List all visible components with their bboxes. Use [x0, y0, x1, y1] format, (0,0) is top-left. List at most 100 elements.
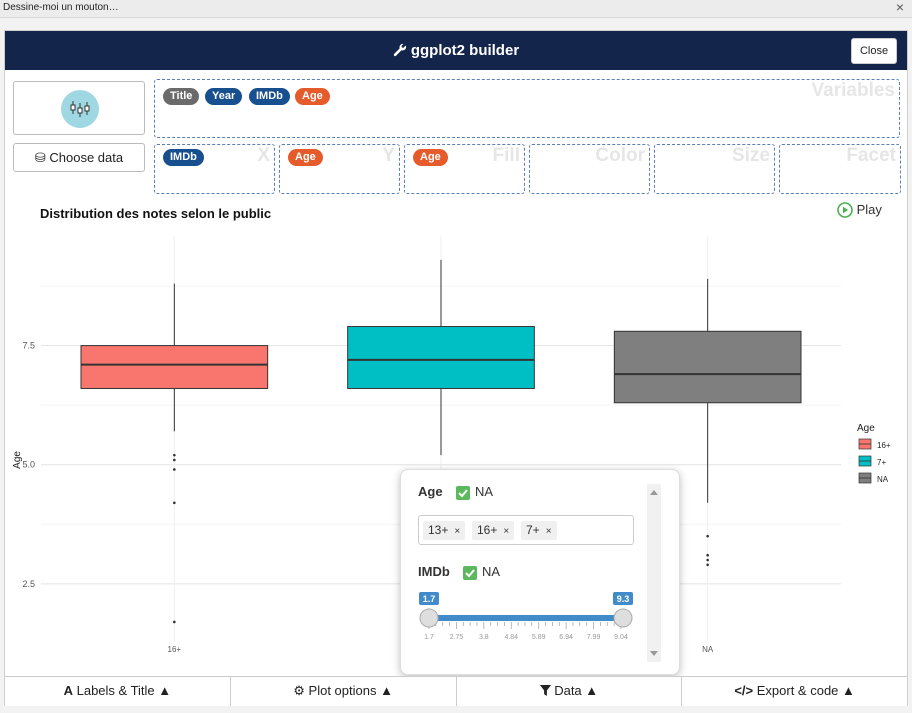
x-tick-label: 16+: [168, 645, 182, 654]
scroll-down-icon[interactable]: [650, 651, 658, 656]
data-label: Data: [554, 683, 582, 698]
imdb-na-checkbox[interactable]: [463, 566, 477, 580]
export-code-label: Export & code: [756, 683, 839, 698]
slider-handle-max[interactable]: [613, 608, 633, 628]
play-icon: [837, 201, 853, 218]
mapping-x-label: X: [257, 145, 270, 166]
slider-handle-min[interactable]: [419, 608, 439, 628]
slider-tick-label: 2.75: [450, 634, 464, 641]
window-close-button[interactable]: ×: [896, 0, 904, 15]
filter-scrollbar[interactable]: [647, 484, 661, 662]
mapping-x-badge[interactable]: IMDb: [163, 149, 204, 166]
scroll-up-icon[interactable]: [650, 490, 658, 495]
caret-up-icon: ▲: [158, 683, 172, 698]
variable-badge-age[interactable]: Age: [295, 88, 330, 105]
outlier-point: [173, 468, 176, 471]
data-button[interactable]: Data ▲: [457, 677, 683, 706]
window-title: Dessine-moi un mouton…: [3, 2, 119, 13]
legend-label: NA: [877, 475, 889, 484]
slider-tick-label: 5.89: [532, 634, 546, 641]
slider-selected-range: [429, 615, 623, 621]
outlier-point: [173, 453, 176, 457]
y-tick-label: 7.5: [22, 341, 35, 351]
mapping-fill-badge[interactable]: Age: [413, 149, 448, 166]
remove-option-icon[interactable]: ×: [546, 526, 552, 537]
age-filter-label: Age: [418, 484, 443, 499]
play-button[interactable]: Play: [837, 201, 882, 218]
mapping-y-label: Y: [382, 145, 395, 166]
imdb-na-label: NA: [482, 564, 501, 579]
dialog-title-text: ggplot2 builder: [410, 42, 520, 59]
plot-options-button[interactable]: ⚙ Plot options ▲: [231, 677, 457, 706]
dialog-title: ggplot2 builder: [5, 42, 907, 59]
wrench-icon: [393, 43, 406, 57]
box-16+: [80, 345, 269, 389]
remove-option-icon[interactable]: ×: [503, 526, 509, 537]
age-na-label: NA: [475, 484, 494, 499]
age-option-label: 16+: [477, 523, 498, 537]
play-label: Play: [856, 202, 882, 218]
age-na-checkbox[interactable]: [456, 486, 470, 500]
slider-tick-label: 4.84: [504, 634, 518, 641]
plot-title: Distribution des notes selon le public: [40, 206, 272, 221]
data-filter-panel: Age NA 13+ × 16+ × 7+ × IMDb NA 1.7 2.75 3.8 4…: [400, 469, 680, 675]
age-option-label: 7+: [526, 523, 540, 537]
mapping-zone-y[interactable]: Y Age: [279, 144, 400, 194]
mapping-y-badge[interactable]: Age: [288, 149, 323, 166]
check-icon: [465, 569, 475, 578]
dialog-header: ggplot2 builder Close: [5, 31, 907, 70]
variables-zone[interactable]: Variables Title Year IMDb Age: [154, 79, 900, 138]
outlier-point: [706, 553, 709, 557]
slider-from-value: 1.7: [423, 594, 436, 604]
age-option-chip: 13+ ×: [423, 521, 466, 540]
caret-up-icon: ▲: [585, 683, 599, 698]
choose-data-button[interactable]: ⛁ Choose data: [13, 143, 145, 172]
slider-tick-label: 1.7: [424, 634, 434, 641]
variable-badge-title[interactable]: Title: [163, 88, 200, 105]
mapping-zone-facet[interactable]: Facet: [779, 144, 901, 194]
ggplot-builder-dialog: ggplot2 builder Close ⛁ Choose data Vari…: [4, 30, 908, 706]
slider-tick-label: 6.94: [559, 634, 573, 641]
close-button[interactable]: Close: [851, 38, 897, 64]
legend-label: 7+: [877, 458, 886, 467]
y-tick-label: 5.0: [22, 460, 35, 470]
outlier-point: [706, 534, 709, 538]
outlier-point: [173, 501, 176, 505]
mapping-size-label: Size: [731, 145, 770, 166]
remove-option-icon[interactable]: ×: [454, 526, 460, 537]
variable-badge-imdb[interactable]: IMDb: [249, 88, 290, 105]
box-7+: [347, 326, 535, 389]
code-icon: </>: [734, 683, 754, 698]
labels-title-label: Labels & Title: [76, 683, 155, 698]
y-tick-label: 2.5: [22, 579, 35, 589]
labels-title-button[interactable]: A Labels & Title ▲: [5, 677, 231, 706]
caret-up-icon: ▲: [842, 683, 855, 698]
plot-options-label: Plot options: [308, 683, 377, 698]
variable-badge-year[interactable]: Year: [205, 88, 243, 105]
slider-to-value: 9.3: [617, 594, 630, 604]
age-multiselect[interactable]: 13+ × 16+ × 7+ ×: [418, 515, 634, 545]
filter-icon: [539, 685, 551, 696]
mapping-color-label: Color: [595, 145, 645, 166]
database-icon: ⛁: [34, 150, 46, 165]
caret-up-icon: ▲: [380, 683, 393, 698]
mapping-zone-size[interactable]: Size: [654, 144, 775, 194]
outlier-point: [706, 558, 709, 562]
variables-zone-label: Variables: [811, 80, 895, 101]
slider-tick-label: 3.8: [479, 634, 489, 641]
age-option-chip: 16+ ×: [472, 521, 515, 540]
age-option-chip: 7+ ×: [521, 521, 557, 540]
geom-selector-button[interactable]: [13, 81, 145, 135]
mapping-zone-color[interactable]: Color: [529, 144, 650, 194]
gears-icon: ⚙: [293, 683, 305, 698]
x-tick-label: NA: [702, 645, 714, 654]
slider-tick-label: 7.99: [587, 634, 601, 641]
mapping-zone-fill[interactable]: Fill Age: [404, 144, 525, 194]
slider-tick-label: 9.04: [614, 634, 628, 641]
mapping-zone-x[interactable]: X IMDb: [154, 144, 275, 194]
imdb-range-slider[interactable]: 1.7 2.75 3.8 4.84 5.89 6.94 7.99 9.04 1.7 9.3: [411, 592, 651, 652]
mapping-fill-label: Fill: [492, 145, 520, 166]
outlier-point: [706, 563, 709, 567]
window-titlebar: Dessine-moi un mouton… ×: [0, 0, 912, 18]
export-code-button[interactable]: </> Export & code ▲: [682, 677, 907, 706]
